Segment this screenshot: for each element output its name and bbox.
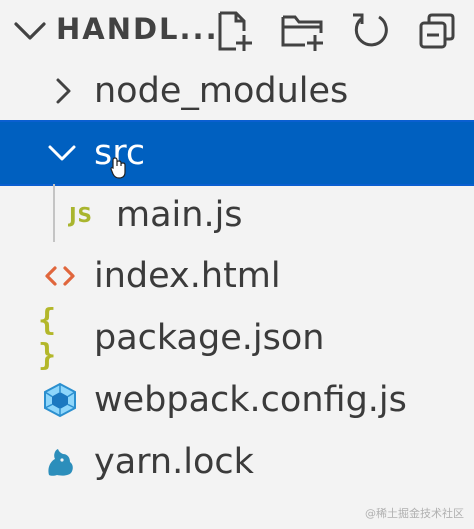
tree-item-label: main.js <box>116 195 243 235</box>
new-file-icon <box>218 11 252 51</box>
workspace-title: HANDL... <box>56 12 219 46</box>
chevron-down-icon[interactable] <box>10 14 50 48</box>
javascript-file-icon: JS <box>69 203 93 227</box>
tree-item-label: yarn.lock <box>94 442 254 482</box>
tree-item-package-json[interactable]: { } package.json <box>0 303 474 373</box>
chevron-down-icon <box>44 122 80 184</box>
new-file-button[interactable] <box>210 6 260 56</box>
tree-item-label: webpack.config.js <box>94 380 407 420</box>
file-explorer: HANDL... node_modules src JS main.js ind… <box>0 0 474 529</box>
new-folder-icon <box>281 15 323 51</box>
webpack-icon <box>40 369 80 431</box>
yarn-icon <box>40 431 80 493</box>
mouse-pointer-icon <box>110 157 126 179</box>
tree-item-yarn-lock[interactable]: yarn.lock <box>0 431 474 493</box>
tree-item-main-js[interactable]: JS main.js <box>0 184 474 246</box>
tree-item-label: node_modules <box>94 71 349 111</box>
tree-item-webpack-config[interactable]: webpack.config.js <box>0 369 474 431</box>
tree-item-label: package.json <box>94 318 325 358</box>
html-file-icon <box>42 245 78 307</box>
tree-item-src[interactable]: src <box>0 120 474 186</box>
tree-item-node-modules[interactable]: node_modules <box>0 60 474 122</box>
json-file-icon: { } <box>38 303 57 373</box>
chevron-right-icon <box>48 60 78 122</box>
refresh-icon <box>353 13 388 47</box>
collapse-all-button[interactable] <box>412 6 462 56</box>
tree-item-index-html[interactable]: index.html <box>0 245 474 307</box>
explorer-header[interactable]: HANDL... <box>0 0 474 62</box>
watermark: @稀土掘金技术社区 <box>365 507 464 520</box>
refresh-button[interactable] <box>346 6 396 56</box>
collapse-all-icon <box>419 13 455 49</box>
new-folder-button[interactable] <box>278 6 328 56</box>
tree-item-label: index.html <box>94 256 281 296</box>
